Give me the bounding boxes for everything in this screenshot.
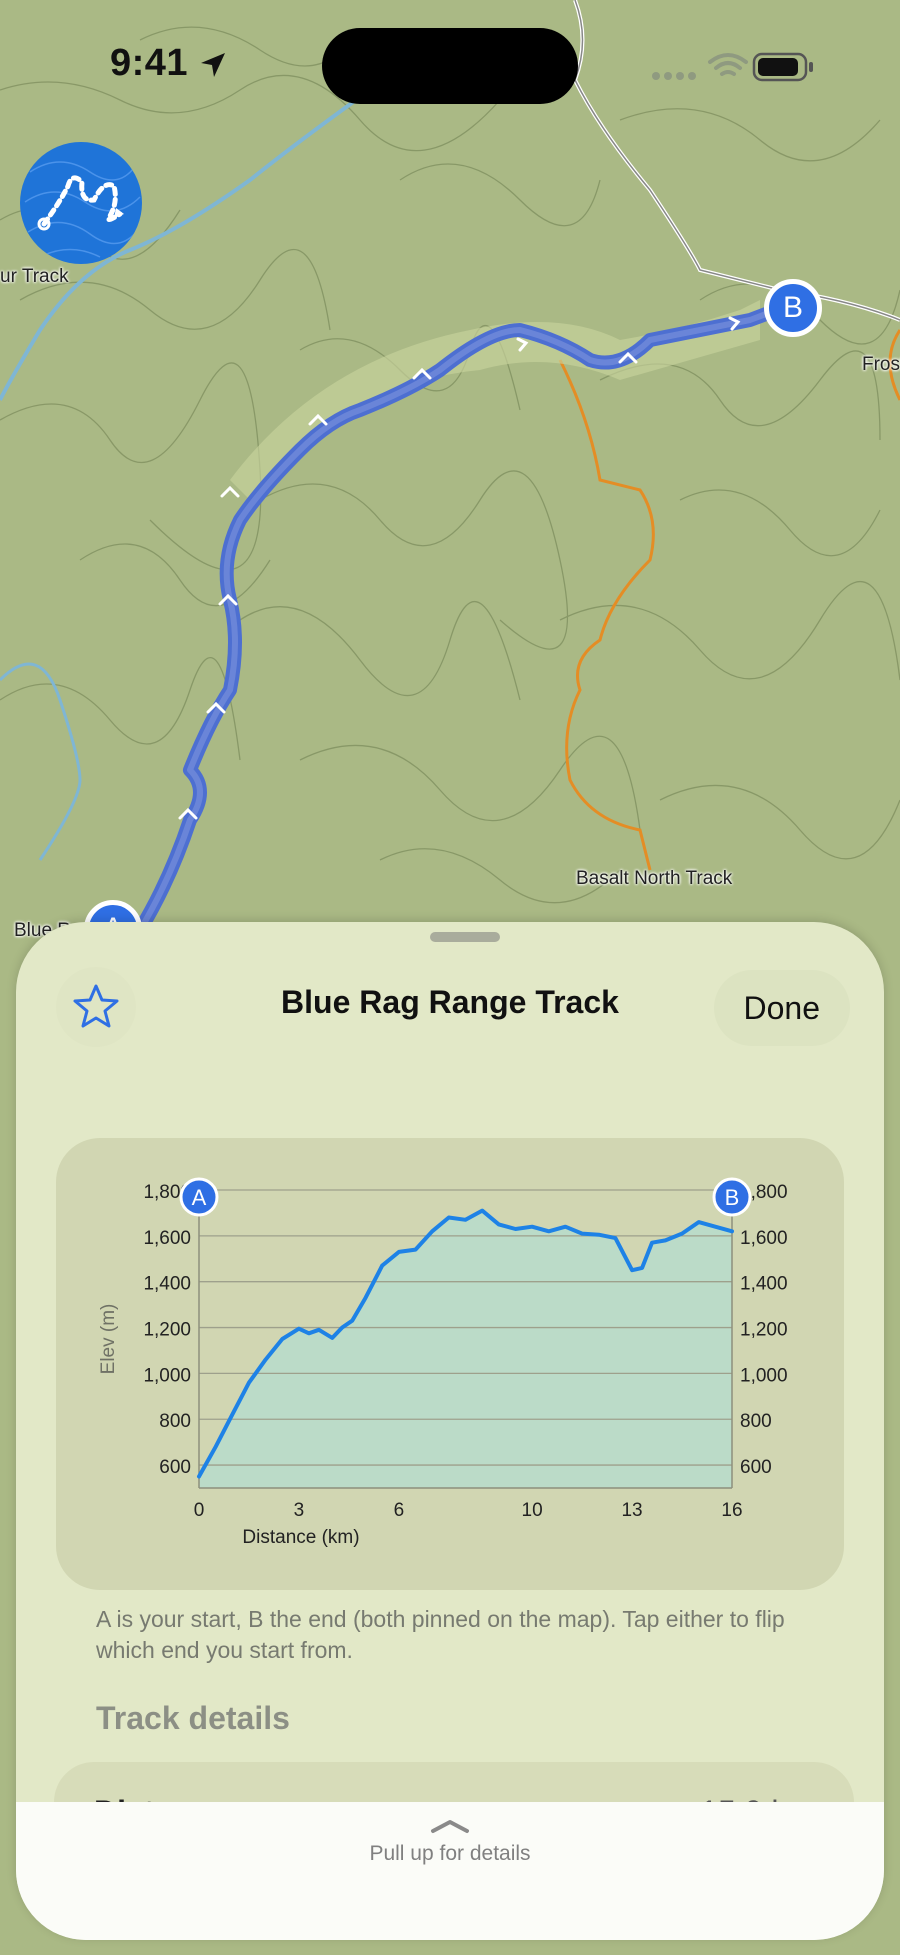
y-tick-label-left: 600: [159, 1457, 191, 1478]
done-button[interactable]: Done: [713, 970, 850, 1046]
map-label-frost: Frost: [862, 354, 900, 375]
chart-marker-label: B: [725, 1185, 740, 1210]
map-label-basalt: Basalt North Track: [576, 868, 733, 889]
location-arrow-icon: [201, 53, 225, 77]
start-end-note: A is your start, B the end (both pinned …: [96, 1606, 785, 1663]
battery-icon: [752, 52, 813, 82]
y-tick-label-right: 600: [740, 1457, 772, 1478]
x-tick-label: 10: [522, 1500, 543, 1521]
track-sheet: Blue Rag Range Track Done 600 600 800 800 1,…: [16, 922, 884, 1940]
wifi-icon: [708, 53, 748, 76]
elevation-chart-card: 600 600 800 800 1,000 1,000 1,200 1,200 1,400 1,4…: [56, 1138, 844, 1590]
track-thumbnail[interactable]: [20, 142, 142, 264]
x-tick-label: 6: [394, 1500, 405, 1521]
status-time: 9:41: [110, 42, 189, 84]
y-tick-label-right: 1,600: [740, 1228, 788, 1249]
y-axis-label: Elev (m): [98, 1304, 119, 1375]
y-tick-label-left: 800: [159, 1411, 191, 1432]
chevron-up-icon: [431, 1820, 469, 1833]
dynamic-island: [322, 28, 578, 104]
x-tick-label: 13: [621, 1500, 642, 1521]
status-icons: [652, 52, 813, 82]
y-tick-label-right: 800: [740, 1411, 772, 1432]
y-tick-label-right: 1,200: [740, 1320, 788, 1341]
x-tick-label: 0: [194, 1500, 205, 1521]
y-tick-label-left: 1,400: [143, 1274, 191, 1295]
signal-icon: [652, 72, 696, 80]
x-tick-label: 3: [294, 1500, 305, 1521]
elevation-area: [199, 1210, 732, 1488]
map-pin-end[interactable]: B: [764, 279, 822, 337]
map-label-track: ur Track: [0, 266, 69, 287]
elevation-chart: 600 600 800 800 1,000 1,000 1,200 1,200 1,400 1,4…: [98, 1177, 788, 1548]
y-tick-label-left: 1,200: [143, 1320, 191, 1341]
y-tick-label-left: 1,600: [143, 1228, 191, 1249]
x-tick-label: 16: [721, 1500, 742, 1521]
y-tick-label-left: 1,000: [143, 1365, 191, 1386]
track-details-header: Track details: [96, 1700, 290, 1736]
y-tick-label-right: 1,400: [740, 1274, 788, 1295]
pull-up-bar[interactable]: Pull up for details: [16, 1802, 884, 1940]
sheet-grabber[interactable]: [430, 932, 500, 942]
y-tick-label-right: 1,000: [740, 1365, 788, 1386]
pull-up-label: Pull up for details: [369, 1842, 531, 1865]
x-axis-label: Distance (km): [242, 1527, 359, 1548]
chart-marker-label: A: [192, 1185, 207, 1210]
